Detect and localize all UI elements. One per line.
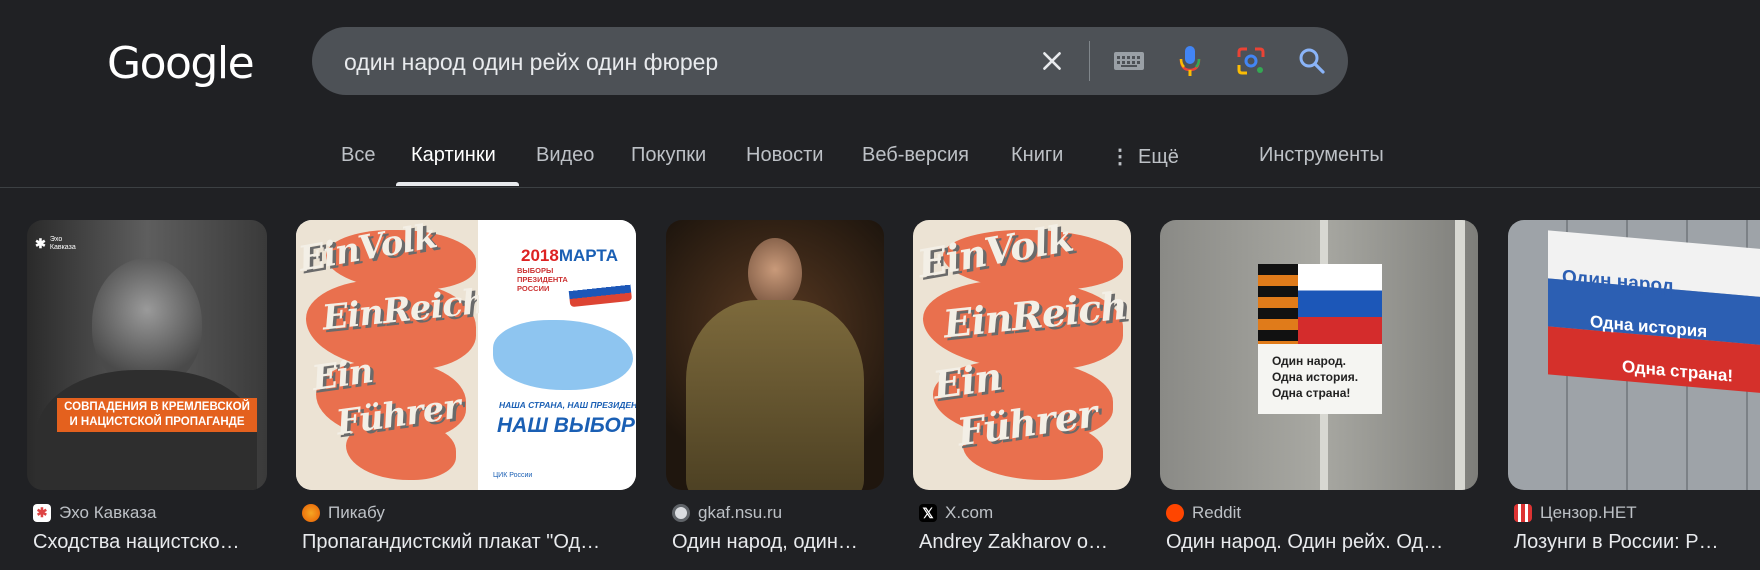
search-tabs: Все Картинки Видео Покупки Новости Веб-в…	[0, 128, 1760, 188]
x-logo-icon: 𝕏	[919, 504, 937, 522]
tab-videos[interactable]: Видео	[536, 144, 594, 167]
ein-volk-poster: EinVolk EinReich Ein Führer	[296, 220, 487, 490]
result-title[interactable]: Лозунги в России: Р…	[1514, 531, 1754, 554]
echo-caucasus-favicon: ✱	[33, 504, 51, 522]
reddit-icon	[1166, 504, 1184, 522]
image-result-1[interactable]: ✱ Эхо Кавказа СОВПАДЕНИЯ В КРЕМЛЕВСКОЙ И…	[27, 220, 267, 553]
result-source[interactable]: Пикабу	[302, 503, 385, 523]
tab-books[interactable]: Книги	[1011, 144, 1063, 167]
result-thumbnail[interactable]: Один народ. Одна история. Одна страна!	[1160, 220, 1478, 490]
result-thumbnail[interactable]: ✱ Эхо Кавказа СОВПАДЕНИЯ В КРЕМЛЕВСКОЙ И…	[27, 220, 267, 490]
keyboard-icon[interactable]	[1109, 41, 1149, 81]
image-result-2[interactable]: EinVolk EinReich Ein Führer 2018МАРТА ВЫ…	[296, 220, 636, 553]
source-name: Цензор.НЕТ	[1540, 503, 1637, 522]
result-source[interactable]: Reddit	[1166, 503, 1241, 523]
tab-more[interactable]: ⋮ Ещё	[1110, 144, 1179, 169]
microphone-icon[interactable]	[1170, 41, 1210, 81]
source-name: Пикабу	[328, 503, 385, 522]
tab-shopping[interactable]: Покупки	[631, 144, 706, 167]
lens-icon[interactable]	[1231, 41, 1271, 81]
image-result-3[interactable]: gkaf.nsu.ru Один народ, один…	[666, 220, 884, 553]
result-thumbnail[interactable]: Один народ Одна история Одна страна!	[1508, 220, 1760, 490]
censor-net-icon	[1514, 504, 1532, 522]
source-name: Reddit	[1192, 503, 1242, 522]
clear-icon[interactable]	[1032, 41, 1072, 81]
tricolor-banner: Один народ Одна история Одна страна!	[1548, 230, 1760, 419]
result-title[interactable]: Andrey Zakharov o…	[919, 531, 1124, 554]
echo-caucasus-logo: ✱ Эхо Кавказа	[35, 236, 76, 251]
wall-poster: Один народ. Одна история. Одна страна!	[1258, 264, 1382, 414]
tab-all[interactable]: Все	[341, 144, 375, 167]
more-label: Ещё	[1138, 146, 1179, 168]
tab-images[interactable]: Картинки	[411, 144, 496, 167]
pikabu-favicon	[302, 504, 320, 522]
image-result-6[interactable]: Один народ Одна история Одна страна! Цен…	[1508, 220, 1760, 553]
tab-web[interactable]: Веб-версия	[862, 144, 969, 167]
tabs-divider	[0, 187, 1760, 188]
result-source[interactable]: gkaf.nsu.ru	[672, 503, 782, 523]
tab-news[interactable]: Новости	[746, 144, 823, 167]
result-title[interactable]: Один народ, один…	[672, 531, 877, 554]
result-source[interactable]: Цензор.НЕТ	[1514, 503, 1637, 523]
image-result-4[interactable]: EinVolk EinReich Ein Führer 𝕏 X.com Andr…	[913, 220, 1131, 553]
result-source[interactable]: ✱ Эхо Кавказа	[33, 503, 156, 523]
result-thumbnail[interactable]: EinVolk EinReich Ein Führer	[913, 220, 1131, 490]
result-thumbnail[interactable]	[666, 220, 884, 490]
election-poster: 2018МАРТА ВЫБОРЫ ПРЕЗИДЕНТА РОССИИ НАША …	[479, 220, 636, 490]
search-divider	[1089, 41, 1090, 81]
result-title[interactable]: Сходства нацистско…	[33, 531, 268, 554]
search-icon[interactable]	[1292, 41, 1332, 81]
source-name: gkaf.nsu.ru	[698, 503, 783, 522]
portrait-silhouette	[92, 258, 202, 388]
source-name: X.com	[945, 503, 994, 522]
image-result-5[interactable]: Один народ. Одна история. Одна страна! R…	[1160, 220, 1478, 553]
result-source[interactable]: 𝕏 X.com	[919, 503, 993, 523]
wall-pipe-right	[1455, 220, 1465, 490]
more-vert-icon: ⋮	[1110, 146, 1130, 168]
search-input[interactable]: один народ один рейх один фюрер	[344, 49, 718, 76]
overlay-caption: СОВПАДЕНИЯ В КРЕМЛЕВСКОЙ И НАЦИСТСКОЙ ПР…	[57, 398, 257, 432]
result-title[interactable]: Пропагандистский плакат "Од…	[302, 531, 627, 554]
search-box[interactable]: один народ один рейх один фюрер	[312, 27, 1348, 95]
result-thumbnail[interactable]: EinVolk EinReich Ein Führer 2018МАРТА ВЫ…	[296, 220, 636, 490]
google-logo[interactable]: Google	[107, 38, 255, 89]
source-name: Эхо Кавказа	[59, 503, 157, 522]
tools-button[interactable]: Инструменты	[1259, 144, 1384, 167]
globe-icon	[672, 504, 690, 522]
result-title[interactable]: Один народ. Один рейх. Од…	[1166, 531, 1471, 554]
portrait-head	[748, 238, 802, 308]
portrait-uniform	[686, 300, 864, 490]
active-tab-indicator	[396, 182, 519, 186]
